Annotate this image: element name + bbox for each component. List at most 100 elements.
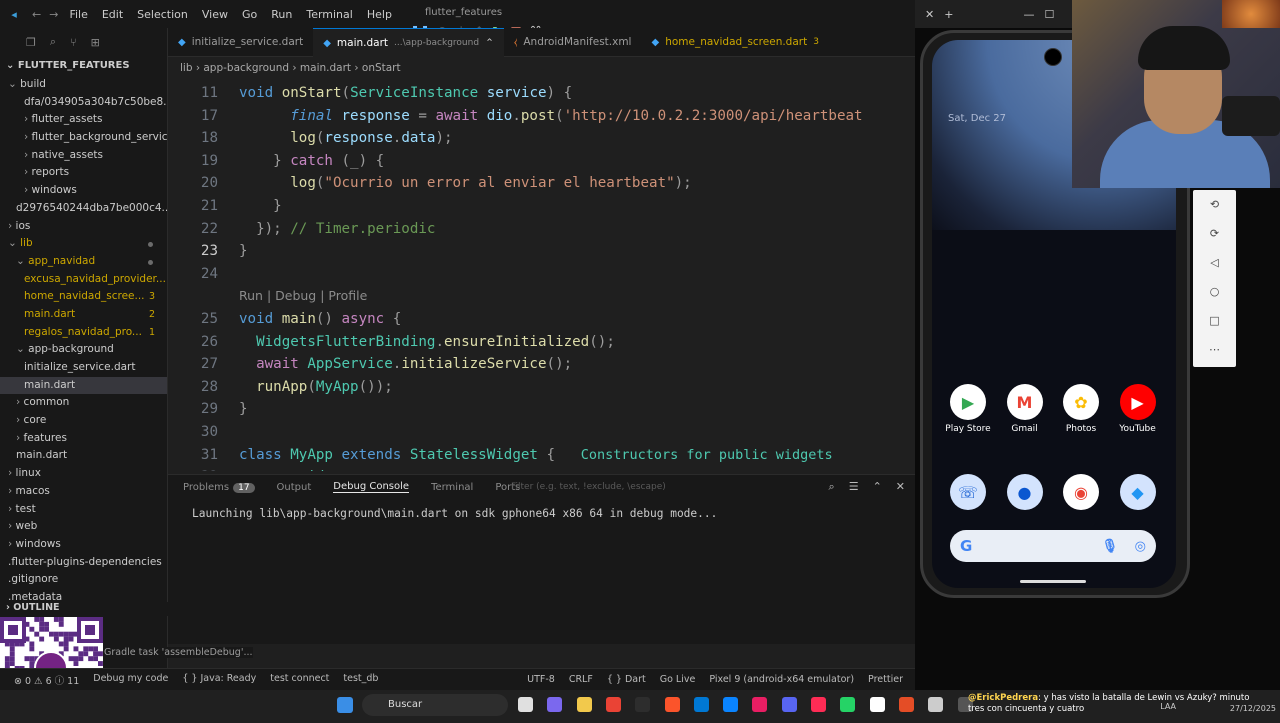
app-icon-dock-1[interactable]: ● [995,474,1055,514]
menu-item-selection[interactable]: Selection [137,8,188,21]
overview-icon[interactable]: □ [1193,306,1236,335]
panel-tab-terminal[interactable]: Terminal [431,482,473,493]
menu-item-terminal[interactable]: Terminal [306,8,353,21]
tab-home-navidad-screen-dart[interactable]: ◆ home_navidad_screen.dart 3 [641,28,828,57]
folder-item[interactable]: › macos [0,483,167,501]
minimize-icon[interactable]: — [1023,8,1034,21]
tab-main-dart[interactable]: ◆ main.dart ...\app-background ⌃ [313,28,504,57]
vscode-icon[interactable] [635,697,651,712]
app-icon-gmail[interactable]: M Gmail [995,384,1055,434]
status-item[interactable]: { } Dart [607,674,646,685]
code-editor[interactable]: 11 void onStart(ServiceInstance service) … [168,79,915,471]
edge-icon[interactable] [693,697,709,712]
folder-item[interactable]: ⌄ build [0,76,167,94]
folder-item[interactable]: › flutter_background_service... [0,129,167,147]
breadcrumb-item[interactable]: lib [180,62,193,74]
app-icon-photos[interactable]: ✿ Photos [1051,384,1111,434]
copy-icon[interactable]: ❐ [26,36,36,49]
file-item[interactable]: initialize_service.dart [0,359,167,377]
google-search-bar[interactable]: G 🎙 ◎ [950,530,1156,562]
app-icon-dock-0[interactable]: ☏ [938,474,998,514]
status-item[interactable]: test connect [270,673,329,687]
file-item[interactable]: home_navidad_scree... 3 [0,288,167,306]
copilot-icon[interactable] [547,697,563,712]
menu-item-go[interactable]: Go [242,8,257,21]
chatgpt-icon[interactable] [928,697,944,712]
task-view-icon[interactable] [518,697,533,712]
back-arrow-icon[interactable]: ← [32,8,41,21]
file-item[interactable]: d2976540244dba7be000c4... [0,200,167,218]
home-gesture-bar[interactable] [1020,580,1086,583]
file-item[interactable]: main.dart [0,447,167,465]
obs-icon[interactable] [752,697,768,712]
file-item[interactable]: .flutter-plugins-dependencies [0,554,167,572]
back-icon[interactable]: ◁ [1193,248,1236,277]
menu-item-run[interactable]: Run [271,8,292,21]
clear-console-icon[interactable]: ☰ [849,480,859,494]
discord-icon[interactable] [781,697,797,712]
rotate-right-icon[interactable]: ⟳ [1193,219,1236,248]
menu-item-help[interactable]: Help [367,8,392,21]
status-item[interactable]: Go Live [660,674,696,685]
windows-start-icon[interactable] [337,697,353,713]
folder-item[interactable]: ⌄ app-background [0,341,167,359]
outline-section[interactable]: › OUTLINE [0,602,168,616]
folder-item[interactable]: › flutter_assets [0,111,167,129]
file-item[interactable]: .gitignore [0,571,167,589]
panel-tab-debug-console[interactable]: Debug Console [333,481,410,493]
app-icon-youtube[interactable]: ▶ YouTube [1108,384,1168,434]
file-explorer-icon[interactable] [576,697,592,712]
source-control-icon[interactable]: ⑂ [70,36,77,49]
file-item[interactable]: regalos_navidad_pro... 1 [0,324,167,342]
menu-item-edit[interactable]: Edit [102,8,123,21]
file-item[interactable]: dfa/034905a304b7c50be8... [0,94,167,112]
brave-icon[interactable] [664,697,680,712]
menu-item-file[interactable]: File [69,8,87,21]
folder-item[interactable]: › core [0,412,167,430]
rotate-left-icon[interactable]: ⟲ [1193,190,1236,219]
close-tab-icon[interactable]: ✕ [925,8,934,21]
folder-item[interactable]: › common [0,394,167,412]
folder-item[interactable]: › windows [0,536,167,554]
more-icon[interactable]: ⋯ [1193,335,1236,364]
notion-icon[interactable] [869,697,885,712]
forward-arrow-icon[interactable]: → [49,8,58,21]
file-item[interactable]: main.dart [0,376,167,395]
console-filter-input[interactable]: Filter (e.g. text, !exclude, \escape) [511,482,666,492]
folder-item[interactable]: › ios [0,218,167,236]
app-icon-dock-2[interactable]: ◉ [1051,474,1111,514]
codelens-run-debug[interactable]: Run | Debug | Profile [239,288,367,303]
status-item[interactable]: CRLF [569,674,593,685]
app-icon-play-store[interactable]: ▶ Play Store [938,384,998,434]
chrome-icon[interactable] [605,697,621,712]
tab-androidmanifest-xml[interactable]: ⧼ AndroidManifest.xml [504,28,642,57]
search-icon[interactable]: ⌕ [829,480,835,494]
app-icon-dock-3[interactable]: ◆ [1108,474,1168,514]
lens-icon[interactable]: ◎ [1135,539,1146,554]
search-icon[interactable]: ⌕ [50,35,56,49]
tiktok-icon[interactable] [811,697,826,712]
folder-item[interactable]: › native_assets [0,147,167,165]
file-item[interactable]: main.dart 2 [0,306,167,324]
panel-tab-output[interactable]: Output [277,482,312,493]
status-item[interactable]: Debug my code [93,673,168,687]
home-icon[interactable]: ○ [1193,277,1236,306]
close-tab-icon[interactable]: ⌃ [485,29,494,58]
tab-initialize-service-dart[interactable]: ◆ initialize_service.dart [168,28,313,57]
menu-item-view[interactable]: View [202,8,228,21]
folder-item[interactable]: › windows [0,182,167,200]
vscode-insiders-icon[interactable] [723,697,739,712]
whatsapp-icon[interactable] [840,697,856,712]
folder-item[interactable]: › web [0,518,167,536]
status-item[interactable]: test_db [343,673,378,687]
maximize-panel-icon[interactable]: ⌃ [873,480,882,494]
folder-item[interactable]: › linux [0,465,167,483]
folder-item[interactable]: › features [0,430,167,448]
new-tab-icon[interactable]: + [944,8,953,21]
maximize-icon[interactable]: ☐ [1044,8,1054,21]
figma-icon[interactable] [898,697,914,712]
extensions-icon[interactable]: ⊞ [91,36,100,49]
breadcrumb-item[interactable]: onStart [362,62,401,74]
folder-item[interactable]: ⌄ app_navidad [0,253,167,271]
panel-tab-problems[interactable]: Problems 17 [183,482,255,493]
